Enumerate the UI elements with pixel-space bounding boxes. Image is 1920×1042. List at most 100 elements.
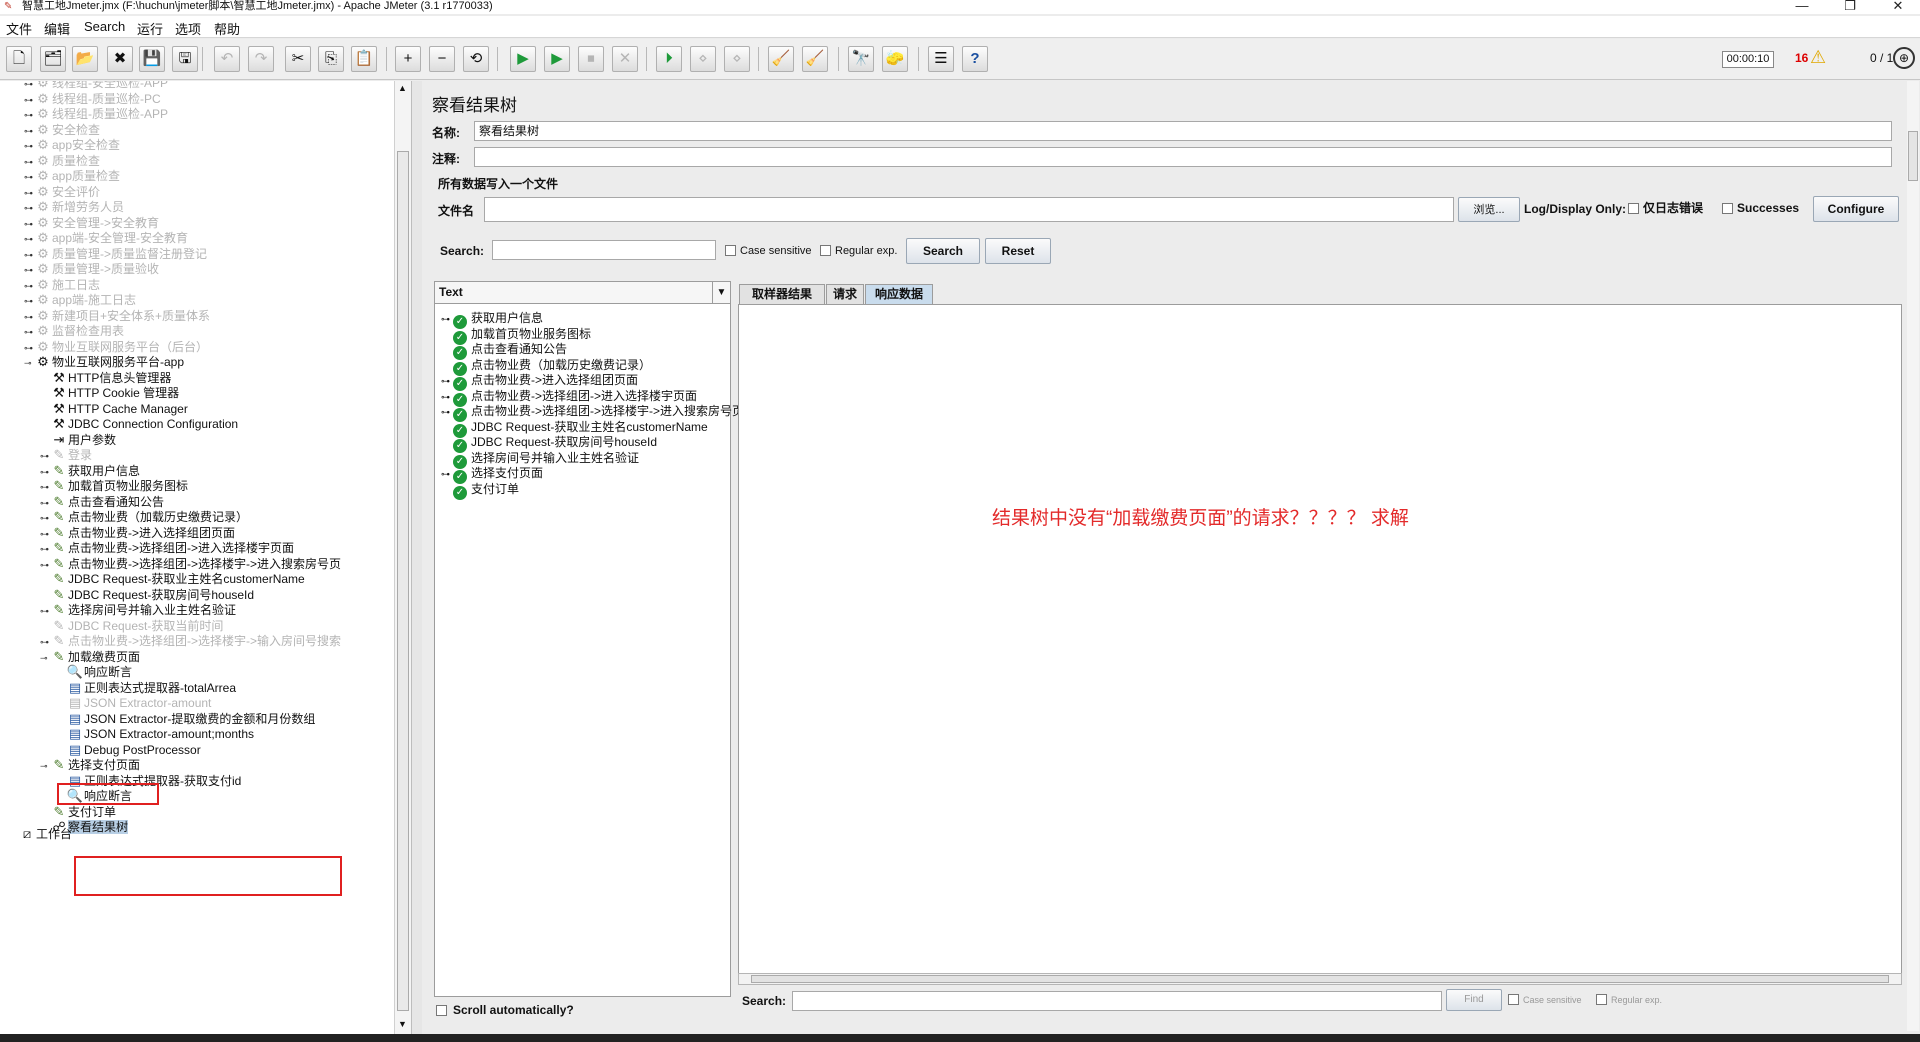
tab-request[interactable]: 请求 — [826, 284, 864, 304]
search-field[interactable] — [492, 240, 716, 260]
response-search-label: Search: — [742, 994, 787, 1008]
browse-button[interactable]: 浏览... — [1458, 197, 1520, 222]
response-case-sensitive-label: Case sensitive — [1523, 995, 1582, 1005]
toggle-icon[interactable]: ⟲ — [463, 46, 489, 72]
successes-checkbox[interactable]: Successes — [1722, 202, 1799, 215]
save-icon[interactable]: 💾 — [139, 46, 165, 72]
tree-scrollbar[interactable]: ▲ ▼ — [394, 81, 411, 1034]
errors-only-box[interactable] — [1628, 203, 1639, 214]
maximize-button[interactable]: ❐ — [1830, 0, 1870, 14]
response-regular-exp-checkbox[interactable]: Regular exp. — [1596, 994, 1662, 1007]
panel-scroll-thumb[interactable] — [1908, 131, 1918, 181]
result-node[interactable]: ✓ 支付订单 — [441, 480, 520, 500]
response-horizontal-scrollbar[interactable] — [738, 973, 1902, 985]
menu-help[interactable]: 帮助 — [214, 19, 240, 38]
reset-search-icon[interactable]: 🧽 — [882, 46, 908, 72]
expand-toggle-icon[interactable]: ⊸ — [24, 354, 34, 373]
remote-shutdown-icon[interactable]: ⋄ — [724, 46, 750, 72]
renderer-select[interactable]: Text ▼ — [435, 282, 730, 304]
search-icon[interactable]: 🔭 — [848, 46, 874, 72]
response-data-area[interactable] — [738, 304, 1902, 980]
tree-node-label: 工作台 — [36, 827, 73, 841]
start-no-pause-icon[interactable]: ▶ — [544, 46, 570, 72]
errors-only-label: 仅日志错误 — [1643, 201, 1704, 215]
menu-options[interactable]: 选项 — [175, 19, 201, 38]
toolbar: 🗋 🗂 📂 ✖ 💾 🖫 ↶ ↷ ✂ ⎘ 📋 + − ⟲ ▶ ▶ ⏹ ✕ ⏵ ⋄ ⋄ 🧹 🧹 🔭 🧽 ☰? 00:00:10 16 ⚠ 0 … — [0, 39, 1920, 80]
case-sensitive-checkbox[interactable]: Case sensitive — [725, 245, 812, 258]
redo-icon[interactable]: ↷ — [248, 46, 274, 72]
result-node-label: 点击物业费->选择组团->进入选择楼宇页面 — [471, 388, 698, 403]
collapse-all-icon[interactable]: − — [429, 46, 455, 72]
panel-vertical-scrollbar[interactable] — [1907, 81, 1919, 1031]
regular-exp-checkbox[interactable]: Regular exp. — [820, 245, 897, 258]
name-field[interactable]: 察看结果树 — [474, 121, 1892, 141]
templates-icon[interactable]: 🗂 — [40, 46, 66, 72]
result-list[interactable]: Text ▼ ⊶ ✓ 获取用户信息 ✓ 加载首页物业服务图标 ✓ 点击查看通知公告 ✓ 点击物业… — [434, 281, 744, 997]
filename-field[interactable] — [484, 197, 1454, 222]
successes-box[interactable] — [1722, 203, 1733, 214]
comment-field[interactable] — [474, 147, 1892, 167]
error-count[interactable]: 16 — [1795, 51, 1808, 65]
scroll-automatically-checkbox[interactable]: Scroll automatically? — [436, 1003, 574, 1017]
result-node-label: 支付订单 — [471, 481, 520, 496]
title-bar: ✎ 智慧工地Jmeter.jmx (F:\huchun\jmeter脚本\智慧工… — [0, 0, 1920, 14]
success-shield-icon: ✓ — [453, 485, 467, 500]
result-node-label: 选择房间号并输入业主姓名验证 — [471, 450, 640, 465]
new-icon[interactable]: 🗋 — [6, 46, 32, 72]
successes-label: Successes — [1737, 201, 1800, 215]
cut-icon[interactable]: ✂ — [285, 46, 311, 72]
paste-icon[interactable]: 📋 — [351, 46, 377, 72]
response-regular-exp-box[interactable] — [1596, 994, 1607, 1005]
horizontal-scroll-thumb[interactable] — [751, 975, 1889, 983]
menu-file[interactable]: 文件 — [6, 19, 32, 38]
close-window-button[interactable]: ✕ — [1878, 0, 1918, 14]
help-icon[interactable]: ? — [962, 46, 988, 72]
start-icon[interactable]: ▶ — [510, 46, 536, 72]
case-sensitive-box[interactable] — [725, 245, 736, 256]
tab-sampler-result[interactable]: 取样器结果 — [739, 284, 825, 304]
close-icon[interactable]: ✖ — [107, 46, 133, 72]
response-case-sensitive-box[interactable] — [1508, 994, 1519, 1005]
elapsed-timer: 00:00:10 — [1722, 51, 1774, 68]
expand-toggle-icon[interactable]: ⊸ — [40, 649, 50, 668]
remote-start-icon[interactable]: ⏵ — [656, 46, 682, 72]
function-helper-icon[interactable]: ☰ — [928, 46, 954, 72]
expand-toggle-icon[interactable]: ⊸ — [40, 757, 50, 776]
response-search-field[interactable] — [792, 991, 1442, 1011]
expand-all-icon[interactable]: + — [395, 46, 421, 72]
reset-button[interactable]: Reset — [985, 238, 1051, 264]
toolbar-separator — [918, 47, 919, 71]
scroll-automatically-box[interactable] — [436, 1005, 447, 1016]
search-button[interactable]: Search — [906, 238, 980, 264]
chevron-down-icon[interactable]: ▼ — [712, 282, 730, 303]
configure-button[interactable]: Configure — [1813, 196, 1899, 222]
menu-edit[interactable]: 编辑 — [44, 19, 70, 38]
warning-icon[interactable]: ⚠ — [1810, 47, 1826, 68]
open-icon[interactable]: 📂 — [72, 46, 98, 72]
scroll-up-arrow-icon[interactable]: ▲ — [398, 83, 407, 93]
split-pane-divider[interactable] — [412, 81, 422, 1034]
tree-scroll-thumb[interactable] — [397, 151, 409, 1011]
result-node-label: 选择支付页面 — [471, 466, 544, 480]
copy-icon[interactable]: ⎘ — [318, 46, 344, 72]
response-case-sensitive-checkbox[interactable]: Case sensitive — [1508, 994, 1582, 1007]
errors-only-checkbox[interactable]: 仅日志错误 — [1628, 202, 1703, 215]
remote-stop-icon[interactable]: ⋄ — [690, 46, 716, 72]
find-button[interactable]: Find — [1446, 989, 1502, 1011]
scroll-down-arrow-icon[interactable]: ▼ — [398, 1019, 407, 1029]
log-display-only-label: Log/Display Only: — [1524, 202, 1627, 216]
minimize-button[interactable]: — — [1782, 0, 1822, 14]
save-as-icon[interactable]: 🖫 — [172, 46, 198, 72]
menu-search[interactable]: Search — [84, 19, 125, 34]
undo-icon[interactable]: ↶ — [214, 46, 240, 72]
tab-response-data[interactable]: 响应数据 — [865, 284, 933, 304]
regular-exp-box[interactable] — [820, 245, 831, 256]
clear-icon[interactable]: 🧹 — [768, 46, 794, 72]
clear-all-icon[interactable]: 🧹 — [802, 46, 828, 72]
shutdown-icon[interactable]: ✕ — [612, 46, 638, 72]
tree-node[interactable]: ⧄ 工作台 — [8, 824, 72, 843]
stop-icon[interactable]: ⏹ — [578, 46, 604, 72]
menu-run[interactable]: 运行 — [137, 19, 163, 38]
name-label: 名称: — [432, 126, 460, 140]
toolbar-separator — [646, 47, 647, 71]
